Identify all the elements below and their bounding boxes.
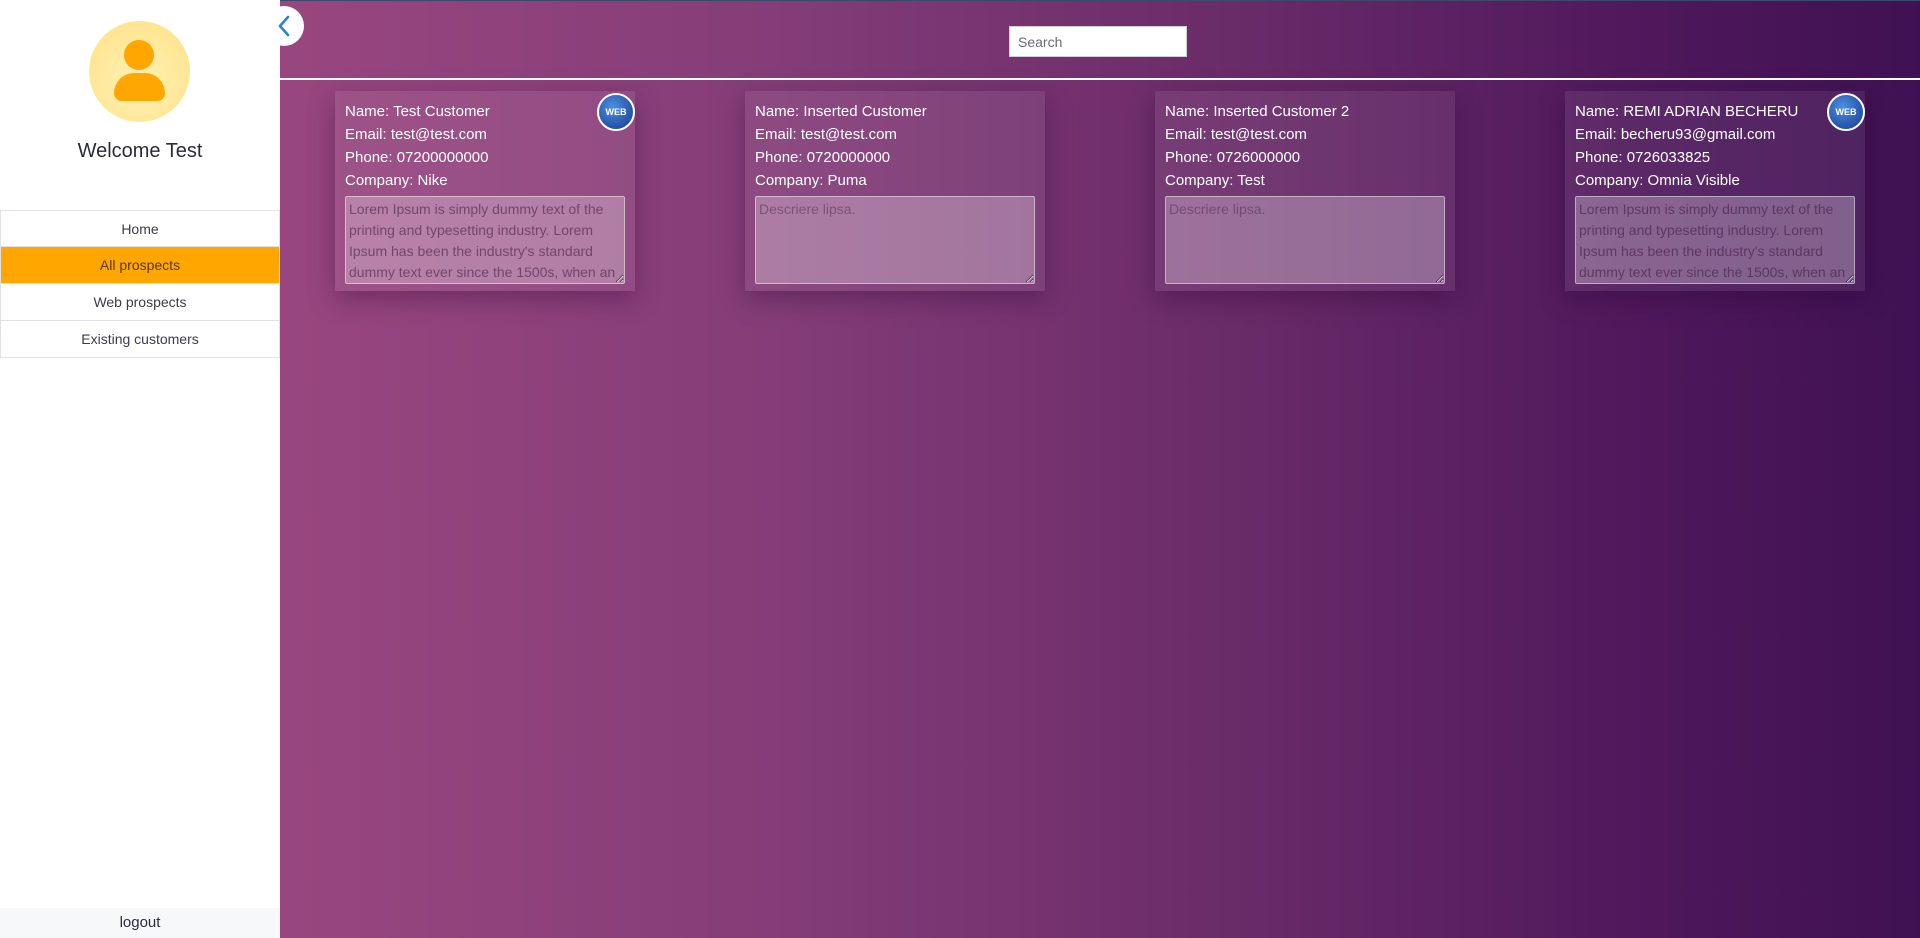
prospect-card[interactable]: Name: REMI ADRIAN BECHERU Email: becheru… <box>1565 91 1865 291</box>
card-phone: Phone: 0726033825 <box>1575 149 1711 166</box>
prospect-card[interactable]: Name: Inserted Customer Email: test@test… <box>745 91 1045 291</box>
card-description[interactable] <box>1165 196 1445 284</box>
sidebar: Welcome Test Home All prospects Web pros… <box>0 0 280 938</box>
chevron-left-icon <box>278 15 290 37</box>
card-name: Name: Test Customer <box>345 103 490 120</box>
card-company: Company: Nike <box>345 172 448 189</box>
sidebar-item-home[interactable]: Home <box>0 210 280 247</box>
card-phone: Phone: 0726000000 <box>1165 149 1301 166</box>
collapse-sidebar-button[interactable] <box>264 6 304 46</box>
card-email: Email: test@test.com <box>755 126 897 143</box>
card-description[interactable] <box>1575 196 1855 284</box>
header-divider <box>280 78 1920 80</box>
sidebar-item-web-prospects[interactable]: Web prospects <box>0 284 280 321</box>
logout-button[interactable]: logout <box>0 908 280 938</box>
prospect-card[interactable]: Name: Inserted Customer 2 Email: test@te… <box>1155 91 1455 291</box>
card-name: Name: Inserted Customer <box>755 103 927 120</box>
card-name: Name: REMI ADRIAN BECHERU <box>1575 103 1799 120</box>
welcome-text: Welcome Test <box>77 140 203 162</box>
card-name: Name: Inserted Customer 2 <box>1165 103 1350 120</box>
search-input[interactable] <box>1009 26 1187 57</box>
avatar-head-shape <box>124 40 154 70</box>
web-badge-icon: WEB <box>1827 93 1865 131</box>
card-phone: Phone: 07200000000 <box>345 149 489 166</box>
card-email: Email: becheru93@gmail.com <box>1575 126 1776 143</box>
card-description[interactable] <box>755 196 1035 284</box>
card-email: Email: test@test.com <box>345 126 487 143</box>
main-content: Name: Test Customer Email: test@test.com… <box>264 0 1920 938</box>
web-badge-icon: WEB <box>597 93 635 131</box>
top-border <box>280 0 1920 1</box>
card-company: Company: Omnia Visible <box>1575 172 1740 189</box>
user-avatar <box>89 21 190 122</box>
sidebar-nav: Home All prospects Web prospects Existin… <box>0 210 280 358</box>
sidebar-item-existing-customers[interactable]: Existing customers <box>0 321 280 358</box>
card-description[interactable] <box>345 196 625 284</box>
card-email: Email: test@test.com <box>1165 126 1307 143</box>
prospect-card[interactable]: Name: Test Customer Email: test@test.com… <box>335 91 635 291</box>
card-phone: Phone: 0720000000 <box>755 149 891 166</box>
avatar-body-shape <box>114 73 165 101</box>
card-company: Company: Test <box>1165 172 1265 189</box>
sidebar-item-all-prospects[interactable]: All prospects <box>0 247 280 284</box>
card-company: Company: Puma <box>755 172 867 189</box>
